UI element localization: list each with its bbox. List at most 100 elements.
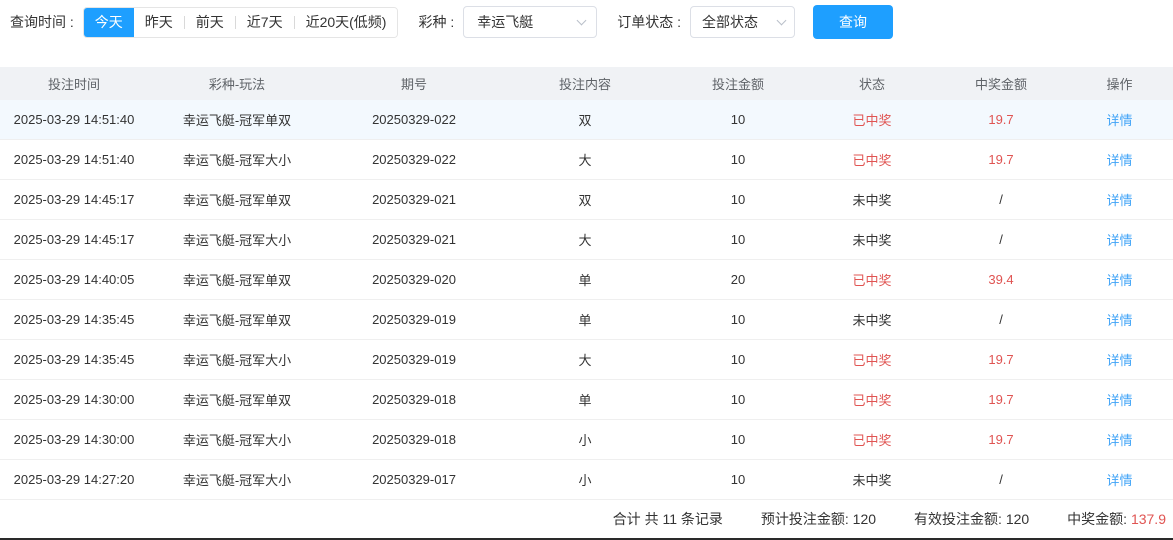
cell-issue-number: 20250329-022 <box>372 152 456 167</box>
cell-action: 详情 <box>1066 150 1173 169</box>
cell-bet-content: 单 <box>578 393 592 408</box>
expected-bet-amount: 预计投注金额: 120 <box>761 509 876 529</box>
cell-bet-content: 大 <box>578 233 592 248</box>
query-button[interactable]: 查询 <box>813 5 894 39</box>
cell-bet-amount: 10 <box>730 152 746 167</box>
detail-link[interactable]: 详情 <box>1106 153 1132 168</box>
cell-game-play: 幸运飞艇-冠军大小 <box>182 433 292 448</box>
column-header-6: 中奖金额 <box>974 77 1027 92</box>
column-header-0: 投注时间 <box>47 77 100 92</box>
detail-link[interactable]: 详情 <box>1106 113 1132 128</box>
cell-issue-number: 20250329-017 <box>372 472 456 487</box>
cell-bet-content: 单 <box>578 313 592 328</box>
cell-action: 详情 <box>1066 390 1173 409</box>
order-status-select[interactable]: 全部状态 <box>690 6 796 38</box>
cell-prize-amount: / <box>999 192 1003 207</box>
table-row: 2025-03-29 14:27:20 幸运飞艇-冠军大小 20250329-017… <box>0 460 1173 500</box>
cell-action: 详情 <box>1066 350 1173 369</box>
cell-game-play: 幸运飞艇-冠军大小 <box>182 153 292 168</box>
cell-prize-amount: / <box>999 232 1003 247</box>
valid-bet-amount-value: 120 <box>1005 511 1030 527</box>
chevron-down-icon <box>776 15 787 25</box>
detail-link[interactable]: 详情 <box>1106 393 1132 408</box>
cell-bet-amount: 10 <box>730 472 746 487</box>
cell-game-play: 幸运飞艇-冠军单双 <box>182 393 292 408</box>
cell-prize-amount: 19.7 <box>988 392 1014 407</box>
cell-prize-amount: / <box>999 472 1003 487</box>
cell-bet-time: 2025-03-29 14:30:00 <box>13 432 135 447</box>
time-range-button-3[interactable]: 近7天 <box>235 7 294 37</box>
cell-bet-content: 双 <box>578 193 592 208</box>
bet-history-page: 查询时间 : 今天 昨天 前天 近7天 近20天(低频) 彩种 : 幸运飞艇 订单状态 … <box>0 0 1173 540</box>
cell-issue-number: 20250329-018 <box>372 392 456 407</box>
column-header-2: 期号 <box>400 77 427 92</box>
cell-bet-time: 2025-03-29 14:27:20 <box>13 472 135 487</box>
filter-bar: 查询时间 : 今天 昨天 前天 近7天 近20天(低频) 彩种 : 幸运飞艇 订单状态 … <box>0 0 1173 44</box>
expected-bet-amount-label: 预计投注金额: <box>760 511 849 527</box>
prize-total-amount-label: 中奖金额: <box>1067 511 1128 527</box>
cell-bet-amount: 10 <box>730 312 746 327</box>
table-row: 2025-03-29 14:30:00 幸运飞艇-冠军大小 20250329-018… <box>0 420 1173 460</box>
time-range-group: 今天 昨天 前天 近7天 近20天(低频) <box>82 6 399 38</box>
cell-bet-time: 2025-03-29 14:30:00 <box>13 392 135 407</box>
table-body: 2025-03-29 14:51:40 幸运飞艇-冠军单双 20250329-022… <box>0 100 1173 500</box>
cell-bet-amount: 10 <box>730 112 746 127</box>
cell-prize-amount: 19.7 <box>988 432 1014 447</box>
detail-link[interactable]: 详情 <box>1106 313 1132 328</box>
total-records-text: 合计 共 11 条记录 <box>612 511 723 527</box>
cell-bet-amount: 10 <box>730 232 746 247</box>
detail-link[interactable]: 详情 <box>1106 353 1132 368</box>
cell-bet-time: 2025-03-29 14:51:40 <box>13 152 135 167</box>
detail-link[interactable]: 详情 <box>1106 233 1132 248</box>
column-header-1: 彩种-玩法 <box>208 77 266 92</box>
cell-bet-time: 2025-03-29 14:35:45 <box>13 352 135 367</box>
cell-status: 未中奖 <box>852 233 892 248</box>
cell-bet-content: 大 <box>578 353 592 368</box>
valid-bet-amount: 有效投注金额: 120 <box>914 509 1029 529</box>
time-filter-label: 查询时间 : <box>10 14 74 30</box>
cell-action: 详情 <box>1066 270 1173 289</box>
status-filter-label: 订单状态 : <box>617 14 682 30</box>
orders-table: 投注时间 彩种-玩法 期号 投注内容 投注金额 状态 中奖金额 操作 2025-03-29 1… <box>0 67 1173 500</box>
time-range-button-0[interactable]: 今天 <box>83 7 134 37</box>
prize-total-amount-value: 137.9 <box>1130 511 1166 527</box>
detail-link[interactable]: 详情 <box>1106 473 1132 488</box>
cell-status: 未中奖 <box>852 193 892 208</box>
cell-action: 详情 <box>1066 470 1173 489</box>
cell-status: 已中奖 <box>852 273 892 288</box>
cell-bet-amount: 10 <box>730 432 746 447</box>
cell-status: 已中奖 <box>852 153 892 168</box>
detail-link[interactable]: 详情 <box>1106 273 1132 288</box>
cell-bet-content: 双 <box>578 113 592 128</box>
summary-footer: 合计 共 11 条记录 预计投注金额: 120 有效投注金额: 120 中奖金额… <box>0 500 1173 538</box>
table-row: 2025-03-29 14:30:00 幸运飞艇-冠军单双 20250329-018… <box>0 380 1173 420</box>
table-row: 2025-03-29 14:51:40 幸运飞艇-冠军大小 20250329-022… <box>0 140 1173 180</box>
cell-game-play: 幸运飞艇-冠军单双 <box>182 113 292 128</box>
detail-link[interactable]: 详情 <box>1106 433 1132 448</box>
cell-status: 未中奖 <box>852 313 892 328</box>
cell-bet-amount: 10 <box>730 392 746 407</box>
column-header-4: 投注金额 <box>711 77 764 92</box>
lottery-filter-label: 彩种 : <box>418 14 455 30</box>
time-range-button-4[interactable]: 近20天(低频) <box>294 7 398 37</box>
time-range-button-2[interactable]: 前天 <box>184 7 235 37</box>
detail-link[interactable]: 详情 <box>1106 193 1132 208</box>
cell-status: 已中奖 <box>852 393 892 408</box>
cell-action: 详情 <box>1066 110 1173 129</box>
cell-game-play: 幸运飞艇-冠军大小 <box>182 233 292 248</box>
lottery-select[interactable]: 幸运飞艇 <box>463 6 598 38</box>
cell-status: 已中奖 <box>852 353 892 368</box>
cell-bet-amount: 10 <box>730 352 746 367</box>
cell-game-play: 幸运飞艇-冠军单双 <box>182 273 292 288</box>
cell-prize-amount: 19.7 <box>988 152 1014 167</box>
cell-prize-amount: 19.7 <box>988 352 1014 367</box>
cell-bet-amount: 20 <box>730 272 746 287</box>
time-range-button-1[interactable]: 昨天 <box>133 7 184 37</box>
cell-status: 已中奖 <box>852 433 892 448</box>
cell-bet-content: 大 <box>578 153 592 168</box>
column-header-5: 状态 <box>858 77 885 92</box>
lottery-select-value: 幸运飞艇 <box>477 14 534 30</box>
cell-issue-number: 20250329-022 <box>372 112 456 127</box>
cell-bet-time: 2025-03-29 14:51:40 <box>13 112 135 127</box>
cell-action: 详情 <box>1066 190 1173 209</box>
